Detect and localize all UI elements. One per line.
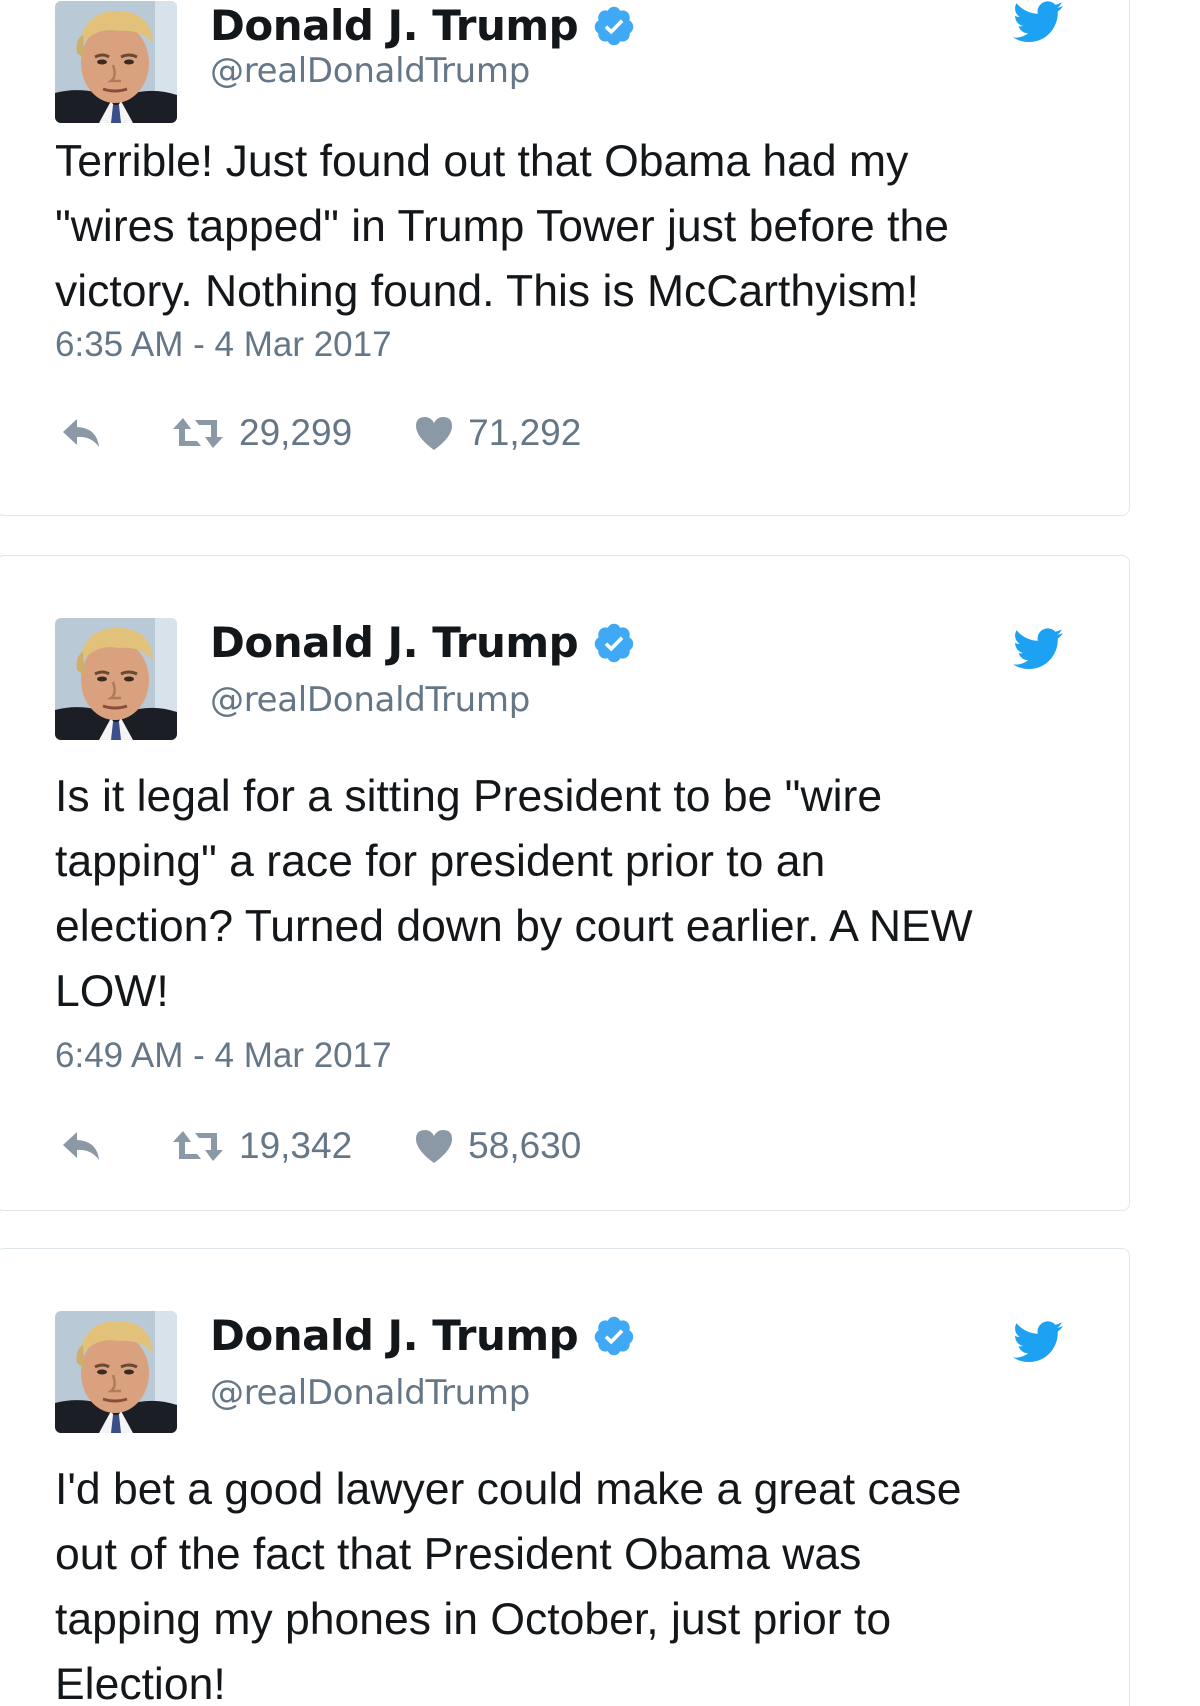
verified-badge-icon <box>592 621 636 665</box>
display-name[interactable]: Donald J. Trump <box>210 618 579 667</box>
tweet-timestamp[interactable]: 6:49 AM - 4 Mar 2017 <box>55 1036 392 1076</box>
avatar[interactable] <box>55 1 177 123</box>
user-handle[interactable]: @realDonaldTrump <box>210 1373 530 1413</box>
tweet-actions: 19,342 58,630 <box>59 1124 581 1168</box>
heart-icon <box>414 1128 454 1164</box>
retweet-button[interactable]: 19,342 <box>171 1125 352 1167</box>
tweet-actions: 29,299 71,292 <box>59 411 581 455</box>
retweet-count: 19,342 <box>239 1125 353 1166</box>
retweet-icon <box>171 416 225 450</box>
tweet-feed: Donald J. Trump @realDonaldTrump Terribl… <box>0 0 1200 1706</box>
like-count: 58,630 <box>468 1125 582 1166</box>
verified-badge-icon <box>592 4 636 48</box>
tweet-card-1[interactable]: Donald J. Trump @realDonaldTrump Terribl… <box>0 0 1130 516</box>
reply-icon[interactable] <box>59 416 103 450</box>
tweet-card-2[interactable]: Donald J. Trump @realDonaldTrump Is it l… <box>0 555 1130 1211</box>
reply-icon[interactable] <box>59 1129 103 1163</box>
display-name[interactable]: Donald J. Trump <box>210 1 579 50</box>
tweet-text: Terrible! Just found out that Obama had … <box>55 137 950 316</box>
tweet-timestamp[interactable]: 6:35 AM - 4 Mar 2017 <box>55 325 392 365</box>
heart-icon <box>414 415 454 451</box>
twitter-bird-icon[interactable] <box>1013 1 1063 43</box>
twitter-bird-icon[interactable] <box>1013 1321 1063 1363</box>
retweet-button[interactable]: 29,299 <box>171 412 352 454</box>
verified-badge-icon <box>592 1314 636 1358</box>
retweet-icon <box>171 1129 225 1163</box>
like-button[interactable]: 71,292 <box>414 412 581 454</box>
retweet-count: 29,299 <box>239 412 353 453</box>
tweet-text: Is it legal for a sitting President to b… <box>55 772 973 1016</box>
like-button[interactable]: 58,630 <box>414 1125 581 1167</box>
display-name[interactable]: Donald J. Trump <box>210 1311 579 1360</box>
user-handle[interactable]: @realDonaldTrump <box>210 680 530 720</box>
avatar[interactable] <box>55 618 177 740</box>
avatar[interactable] <box>55 1311 177 1433</box>
like-count: 71,292 <box>468 412 582 453</box>
tweet-card-3[interactable]: Donald J. Trump @realDonaldTrump I'd bet… <box>0 1248 1130 1706</box>
tweet-text: I'd bet a good lawyer could make a great… <box>55 1465 962 1706</box>
user-handle[interactable]: @realDonaldTrump <box>210 51 530 91</box>
twitter-bird-icon[interactable] <box>1013 628 1063 670</box>
